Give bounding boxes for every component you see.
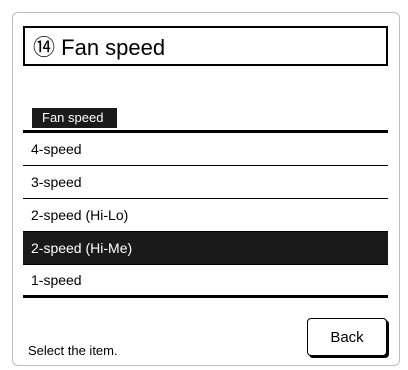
option-2-speed-hi-lo[interactable]: 2-speed (Hi-Lo)	[23, 199, 388, 232]
option-2-speed-hi-me[interactable]: 2-speed (Hi-Me)	[23, 232, 388, 265]
option-4-speed[interactable]: 4-speed	[23, 133, 388, 166]
title-text: Fan speed	[61, 35, 166, 60]
back-button-label: Back	[330, 328, 364, 346]
option-label: 3-speed	[31, 174, 82, 190]
instruction-text: Select the item.	[28, 343, 118, 358]
option-label: 4-speed	[31, 141, 82, 157]
section-label: Fan speed	[32, 108, 118, 128]
option-3-speed[interactable]: 3-speed	[23, 166, 388, 199]
option-label: 2-speed (Hi-Lo)	[31, 207, 129, 223]
option-1-speed[interactable]: 1-speed	[23, 265, 388, 298]
option-label: 2-speed (Hi-Me)	[31, 240, 133, 256]
screen: ⑭ Fan speed Fan speed 4-speed 3-speed 2-…	[0, 0, 408, 370]
fan-speed-option-list: 4-speed 3-speed 2-speed (Hi-Lo) 2-speed …	[23, 130, 388, 298]
back-button[interactable]: Back	[307, 318, 387, 356]
option-label: 1-speed	[31, 272, 82, 288]
page-title: ⑭ Fan speed	[33, 30, 165, 62]
title-bar: ⑭ Fan speed	[23, 26, 388, 66]
title-number: ⑭	[33, 35, 56, 60]
